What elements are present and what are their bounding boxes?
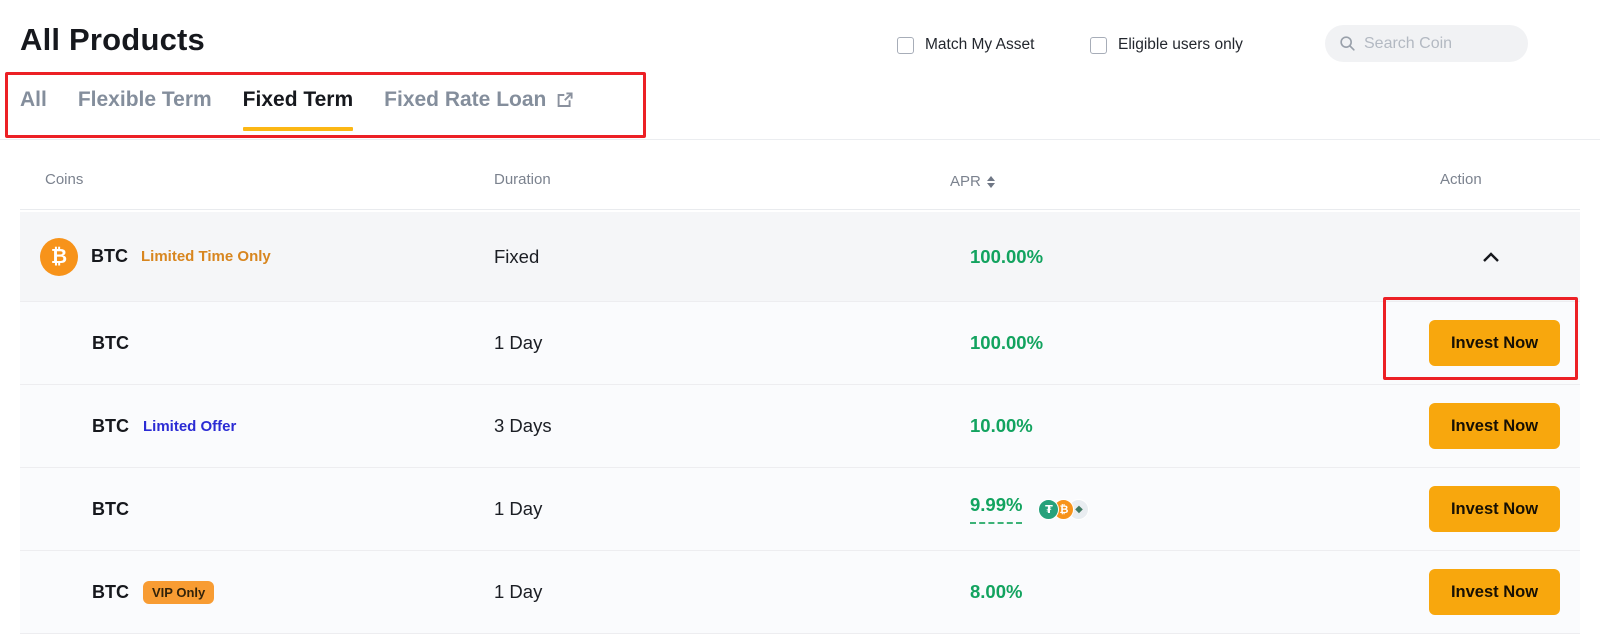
apr-value-tooltip[interactable]: 9.99% <box>970 494 1022 524</box>
page-title: All Products <box>20 22 205 58</box>
match-my-asset-label: Match My Asset <box>925 36 1034 54</box>
tab-all[interactable]: All <box>20 88 47 134</box>
coin-name: BTC <box>92 499 129 520</box>
tab-fixed-rate-loan[interactable]: Fixed Rate Loan <box>384 88 575 134</box>
duration-value: 3 Days <box>494 415 950 437</box>
usdt-icon: ₮ <box>1038 499 1059 520</box>
search-icon <box>1339 34 1356 53</box>
duration-value: 1 Day <box>494 581 950 603</box>
column-header-duration: Duration <box>494 171 551 188</box>
search-coin-box[interactable] <box>1325 25 1528 62</box>
tab-fixed-rate-loan-label: Fixed Rate Loan <box>384 88 546 112</box>
match-my-asset-checkbox[interactable]: Match My Asset <box>897 36 1034 54</box>
table-row[interactable]: BTC VIP Only 1 Day 8.00% Invest Now <box>20 551 1580 634</box>
checkbox-icon[interactable] <box>897 37 914 54</box>
chevron-up-icon[interactable] <box>1480 248 1502 266</box>
table-row[interactable]: BTC 1 Day 100.00% Invest Now <box>20 302 1580 385</box>
tab-flexible-term[interactable]: Flexible Term <box>78 88 212 134</box>
invest-now-button[interactable]: Invest Now <box>1429 569 1560 615</box>
header-divider <box>20 209 1580 210</box>
checkbox-icon[interactable] <box>1090 37 1107 54</box>
table-row[interactable]: BTC Limited Offer 3 Days 10.00% Invest N… <box>20 385 1580 468</box>
coin-name: BTC <box>92 582 129 603</box>
table-row[interactable]: ₿ BTC Limited Time Only Fixed 100.00% <box>20 212 1580 302</box>
column-header-coins: Coins <box>45 171 83 188</box>
eligible-users-only-checkbox[interactable]: Eligible users only <box>1090 36 1243 54</box>
apr-value: 8.00% <box>970 581 1022 603</box>
invest-now-button[interactable]: Invest Now <box>1429 403 1560 449</box>
table-row[interactable]: BTC 1 Day 9.99% ₮ ₿ ◆ Invest Now <box>20 468 1580 551</box>
apr-value: 10.00% <box>970 415 1033 437</box>
apr-header-label: APR <box>950 173 981 190</box>
vip-only-badge: VIP Only <box>143 581 214 604</box>
coin-name: BTC <box>92 333 129 354</box>
coin-name: BTC <box>92 416 129 437</box>
invest-now-button[interactable]: Invest Now <box>1429 486 1560 532</box>
apr-value: 100.00% <box>970 332 1043 354</box>
product-tabs: All Flexible Term Fixed Term Fixed Rate … <box>20 88 575 134</box>
limited-time-only-tag: Limited Time Only <box>141 248 271 265</box>
products-table: ₿ BTC Limited Time Only Fixed 100.00% BT… <box>20 212 1580 634</box>
limited-offer-tag: Limited Offer <box>143 418 236 435</box>
coin-name: BTC <box>91 246 128 267</box>
external-link-icon <box>555 90 575 110</box>
column-header-apr[interactable]: APR <box>950 173 995 190</box>
sort-icon[interactable] <box>987 176 995 188</box>
invest-now-button[interactable]: Invest Now <box>1429 320 1560 366</box>
duration-value: 1 Day <box>494 498 950 520</box>
eligible-users-only-label: Eligible users only <box>1118 36 1243 54</box>
apr-value: 100.00% <box>970 246 1043 268</box>
search-coin-input[interactable] <box>1364 35 1514 53</box>
bonus-coin-icons: ₮ ₿ ◆ <box>1038 499 1089 520</box>
tabs-divider <box>0 139 1600 140</box>
column-header-action: Action <box>1440 171 1482 188</box>
tab-fixed-term[interactable]: Fixed Term <box>243 88 353 134</box>
btc-coin-icon: ₿ <box>40 238 78 276</box>
duration-value: 1 Day <box>494 332 950 354</box>
duration-value: Fixed <box>494 246 950 268</box>
